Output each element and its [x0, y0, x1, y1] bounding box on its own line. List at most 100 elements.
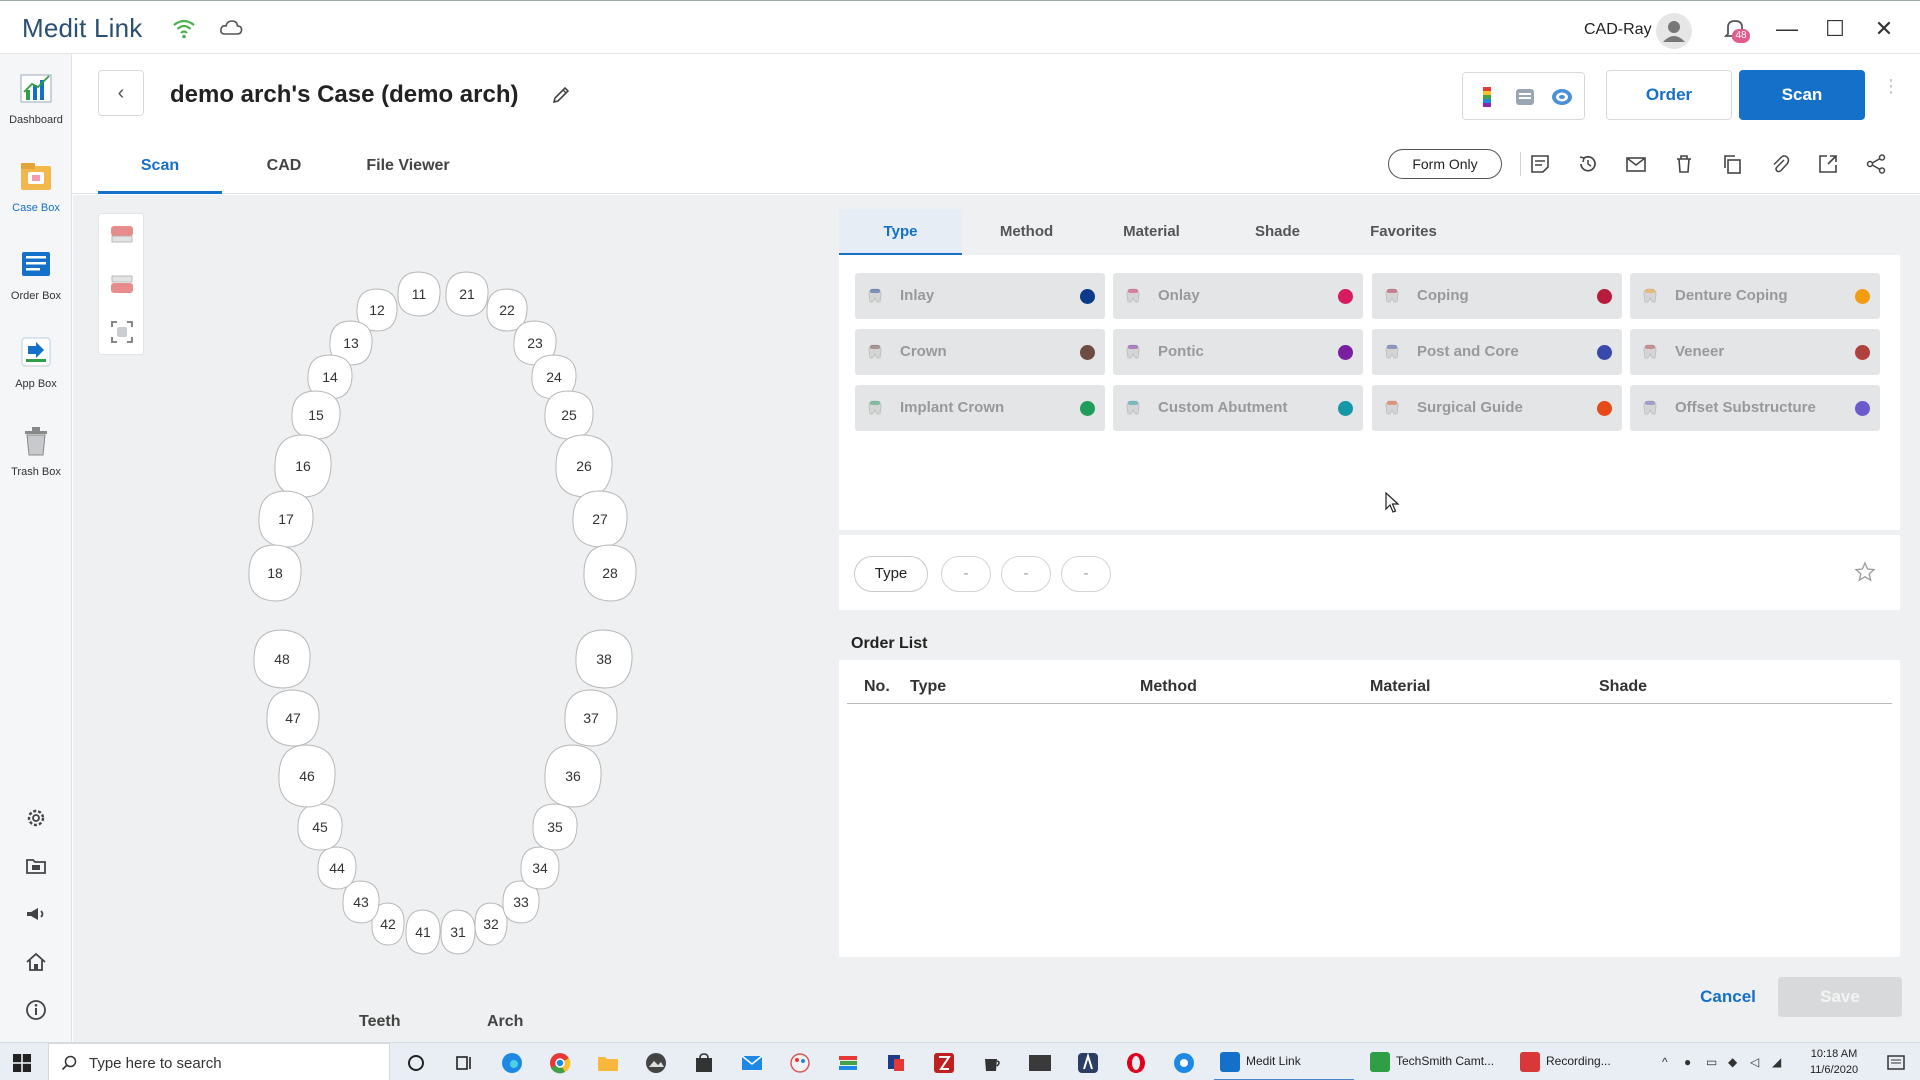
network-app-icon[interactable]	[1172, 1051, 1196, 1075]
tooth-38[interactable]: 38	[575, 629, 633, 689]
tooth-31[interactable]: 31	[440, 909, 476, 955]
tab-type[interactable]: Type	[839, 209, 962, 255]
cloud-icon[interactable]	[219, 17, 243, 39]
export-icon[interactable]	[1817, 153, 1839, 175]
edge-icon[interactable]	[500, 1051, 524, 1075]
cancel-button[interactable]: Cancel	[1678, 977, 1778, 1017]
type-option-offset-substructure[interactable]: Offset Substructure	[1630, 385, 1880, 431]
edit-icon[interactable]	[550, 84, 572, 106]
type-option-inlay[interactable]: Inlay	[855, 273, 1105, 319]
taskbar-search[interactable]: Type here to search	[48, 1043, 390, 1080]
dropbox-icon[interactable]: ◆	[1728, 1055, 1737, 1069]
taskbar-clock[interactable]: 10:18 AM 11/6/2020	[1794, 1046, 1874, 1078]
tooth-21[interactable]: 21	[445, 271, 489, 317]
tooth-17[interactable]: 17	[258, 490, 314, 548]
type-option-denture-coping[interactable]: Denture Coping	[1630, 273, 1880, 319]
selected-material-pill[interactable]: -	[1001, 556, 1051, 592]
more-options-icon[interactable]: ⋮	[1882, 77, 1900, 106]
sidebar-item-order-box[interactable]: Order Box	[0, 236, 72, 316]
tooth-36[interactable]: 36	[544, 744, 602, 808]
tab-teeth[interactable]: Teeth	[359, 1013, 400, 1031]
tab-favorites[interactable]: Favorites	[1342, 209, 1465, 255]
selected-method-pill[interactable]: -	[941, 556, 991, 592]
scanner-icon[interactable]	[1513, 85, 1537, 109]
tooth-35[interactable]: 35	[532, 803, 578, 851]
selected-shade-pill[interactable]: -	[1061, 556, 1111, 592]
taskbar-app-medit-link[interactable]: Medit Link	[1214, 1043, 1354, 1080]
chrome-icon[interactable]	[548, 1051, 572, 1075]
microphone-icon[interactable]: ●	[1684, 1055, 1691, 1069]
folder-icon[interactable]	[24, 854, 48, 878]
tooth-11[interactable]: 11	[397, 271, 441, 317]
info-icon[interactable]	[24, 998, 48, 1022]
sidebar-item-app-box[interactable]: App Box	[0, 324, 72, 404]
tooth-44[interactable]: 44	[317, 846, 357, 890]
type-option-post-and-core[interactable]: Post and Core	[1372, 329, 1622, 375]
app-launcher-icon[interactable]	[1076, 1051, 1100, 1075]
task-view-icon[interactable]	[452, 1051, 476, 1075]
tooth-15[interactable]: 15	[291, 390, 341, 440]
share-icon[interactable]	[1865, 153, 1887, 175]
tooth-28[interactable]: 28	[583, 544, 637, 602]
tooth-32[interactable]: 32	[474, 902, 508, 946]
mail-app-icon[interactable]	[740, 1051, 764, 1075]
tab-material[interactable]: Material	[1090, 209, 1213, 255]
tooth-25[interactable]: 25	[544, 390, 594, 440]
coffee-app-icon[interactable]	[980, 1051, 1004, 1075]
tab-shade[interactable]: Shade	[1216, 209, 1339, 255]
tooth-47[interactable]: 47	[266, 689, 320, 747]
battery-icon[interactable]: ▭	[1706, 1055, 1717, 1069]
type-option-implant-crown[interactable]: Implant Crown	[855, 385, 1105, 431]
type-option-pontic[interactable]: Pontic	[1113, 329, 1363, 375]
minimize-button[interactable]: —	[1773, 15, 1801, 43]
delete-icon[interactable]	[1673, 153, 1695, 175]
file-explorer-icon[interactable]	[596, 1051, 620, 1075]
history-icon[interactable]	[1577, 153, 1599, 175]
taskbar-app-techsmith[interactable]: TechSmith Camt...	[1364, 1043, 1504, 1080]
home-icon[interactable]	[24, 950, 48, 974]
tab-arch[interactable]: Arch	[487, 1013, 523, 1031]
store-icon[interactable]	[692, 1051, 716, 1075]
app-icon[interactable]	[884, 1051, 908, 1075]
type-option-onlay[interactable]: Onlay	[1113, 273, 1363, 319]
tooth-16[interactable]: 16	[274, 434, 332, 498]
tab-cad[interactable]: CAD	[222, 154, 346, 194]
volume-icon[interactable]: ◁	[1750, 1055, 1759, 1069]
tooth-48[interactable]: 48	[253, 629, 311, 689]
back-button[interactable]: ‹	[98, 70, 144, 116]
windows-start-icon[interactable]	[12, 1053, 32, 1073]
form-icon[interactable]	[1529, 153, 1551, 175]
tooth-37[interactable]: 37	[564, 689, 618, 747]
opera-icon[interactable]	[1124, 1051, 1148, 1075]
close-button[interactable]: ✕	[1870, 15, 1898, 43]
tooth-34[interactable]: 34	[520, 846, 560, 890]
action-center-icon[interactable]	[1884, 1051, 1908, 1075]
tab-method[interactable]: Method	[965, 209, 1088, 255]
tooth-45[interactable]: 45	[297, 803, 343, 851]
maximize-button[interactable]: ☐	[1821, 15, 1849, 43]
copy-icon[interactable]	[1721, 153, 1743, 175]
avatar[interactable]	[1656, 13, 1692, 49]
selected-type-pill[interactable]: Type	[854, 556, 928, 592]
tooth-26[interactable]: 26	[555, 434, 613, 498]
photos-icon[interactable]	[644, 1051, 668, 1075]
tooth-27[interactable]: 27	[572, 490, 628, 548]
settings-icon[interactable]	[24, 806, 48, 830]
tooth-46[interactable]: 46	[278, 744, 336, 808]
taskbar-app-recording[interactable]: Recording...	[1514, 1043, 1654, 1080]
tab-file-viewer[interactable]: File Viewer	[346, 154, 470, 194]
type-option-surgical-guide[interactable]: Surgical Guide	[1372, 385, 1622, 431]
type-option-crown[interactable]: Crown	[855, 329, 1105, 375]
exocad-icon[interactable]	[1028, 1051, 1052, 1075]
sidebar-item-trash-box[interactable]: Trash Box	[0, 412, 72, 492]
tooth-43[interactable]: 43	[342, 880, 380, 924]
form-only-button[interactable]: Form Only	[1388, 149, 1502, 179]
favorite-star-icon[interactable]	[1854, 561, 1876, 583]
network-icon[interactable]: ◢	[1772, 1055, 1781, 1069]
books-icon[interactable]	[836, 1051, 860, 1075]
color-palette-icon[interactable]	[1475, 85, 1499, 109]
cortana-icon[interactable]	[404, 1051, 428, 1075]
order-button[interactable]: Order	[1606, 70, 1732, 120]
type-option-veneer[interactable]: Veneer	[1630, 329, 1880, 375]
announcement-icon[interactable]	[24, 902, 48, 926]
